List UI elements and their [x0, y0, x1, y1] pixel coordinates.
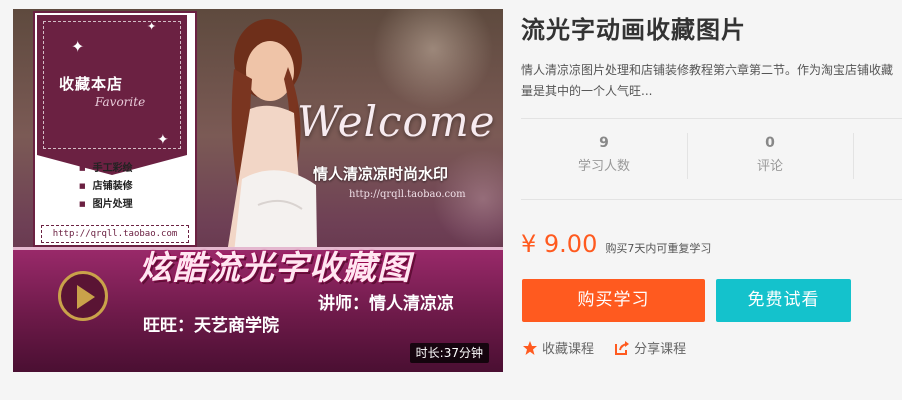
- play-icon: [77, 285, 95, 309]
- badge-title: 收藏本店: [59, 75, 124, 93]
- teacher-text: 讲师：情人清凉凉: [318, 294, 454, 314]
- stat-divider: [853, 133, 854, 179]
- course-thumbnail[interactable]: ✦ ✦ ✦ 收藏本店 Favorite 手工彩绘 店铺装修 图片处理 http:…: [13, 9, 503, 372]
- stat-label: 学习人数: [577, 159, 630, 174]
- badge-item: 店铺装修: [79, 177, 189, 195]
- buy-button[interactable]: 购买学习: [522, 279, 705, 322]
- free-trial-button[interactable]: 免费试看: [716, 279, 851, 322]
- course-actions: 收藏课程 分享课程: [522, 338, 702, 357]
- sparkle-icon: ✦: [157, 132, 169, 148]
- course-stats: 9 学习人数 0 评论: [521, 118, 902, 200]
- course-card: ✦ ✦ ✦ 收藏本店 Favorite 手工彩绘 店铺装修 图片处理 http:…: [0, 0, 902, 400]
- badge-list: 手工彩绘 店铺装修 图片处理: [79, 159, 189, 213]
- badge-item: 手工彩绘: [79, 159, 189, 177]
- share-icon: [615, 341, 630, 355]
- wangwang-text: 旺旺：天艺商学院: [143, 316, 279, 336]
- course-title: 流光字动画收藏图片: [521, 16, 746, 44]
- price-note: 购买7天内可重复学习: [605, 242, 712, 255]
- badge-item: 图片处理: [79, 195, 189, 213]
- stat-learners: 9 学习人数: [521, 133, 687, 174]
- play-button[interactable]: [58, 271, 108, 321]
- stat-comments: 0 评论: [687, 133, 853, 174]
- watermark-url: http://qrqll.taobao.com: [349, 189, 466, 200]
- favorite-course-link[interactable]: 收藏课程: [522, 338, 594, 357]
- badge-ribbon: ✦ ✦ ✦ 收藏本店 Favorite: [37, 15, 187, 155]
- welcome-text: Welcome: [297, 97, 496, 146]
- favorite-course-label: 收藏课程: [542, 342, 595, 357]
- price: ¥ 9.00: [521, 230, 598, 258]
- watermark-name: 情人清凉凉时尚水印: [313, 165, 449, 183]
- share-course-link[interactable]: 分享课程: [614, 338, 686, 357]
- star-icon: [523, 341, 537, 355]
- sparkle-icon: ✦: [147, 20, 157, 33]
- banner-title: 炫酷流光字收藏图: [139, 248, 411, 287]
- duration-badge: 时长:37分钟: [409, 343, 489, 363]
- sparkle-icon: ✦: [71, 37, 85, 56]
- favorite-badge: ✦ ✦ ✦ 收藏本店 Favorite 手工彩绘 店铺装修 图片处理 http:…: [33, 11, 197, 247]
- course-description: 情人清凉凉图片处理和店铺装修教程第六章第二节。作为淘宝店铺收藏量是其中的一个人气…: [521, 63, 894, 98]
- stat-value: 9: [599, 135, 609, 151]
- price-row: ¥ 9.00 购买7天内可重复学习: [521, 230, 711, 258]
- stat-value: 0: [765, 135, 775, 151]
- share-course-label: 分享课程: [634, 342, 687, 357]
- badge-subtitle: Favorite: [95, 95, 146, 109]
- stat-label: 评论: [756, 159, 783, 174]
